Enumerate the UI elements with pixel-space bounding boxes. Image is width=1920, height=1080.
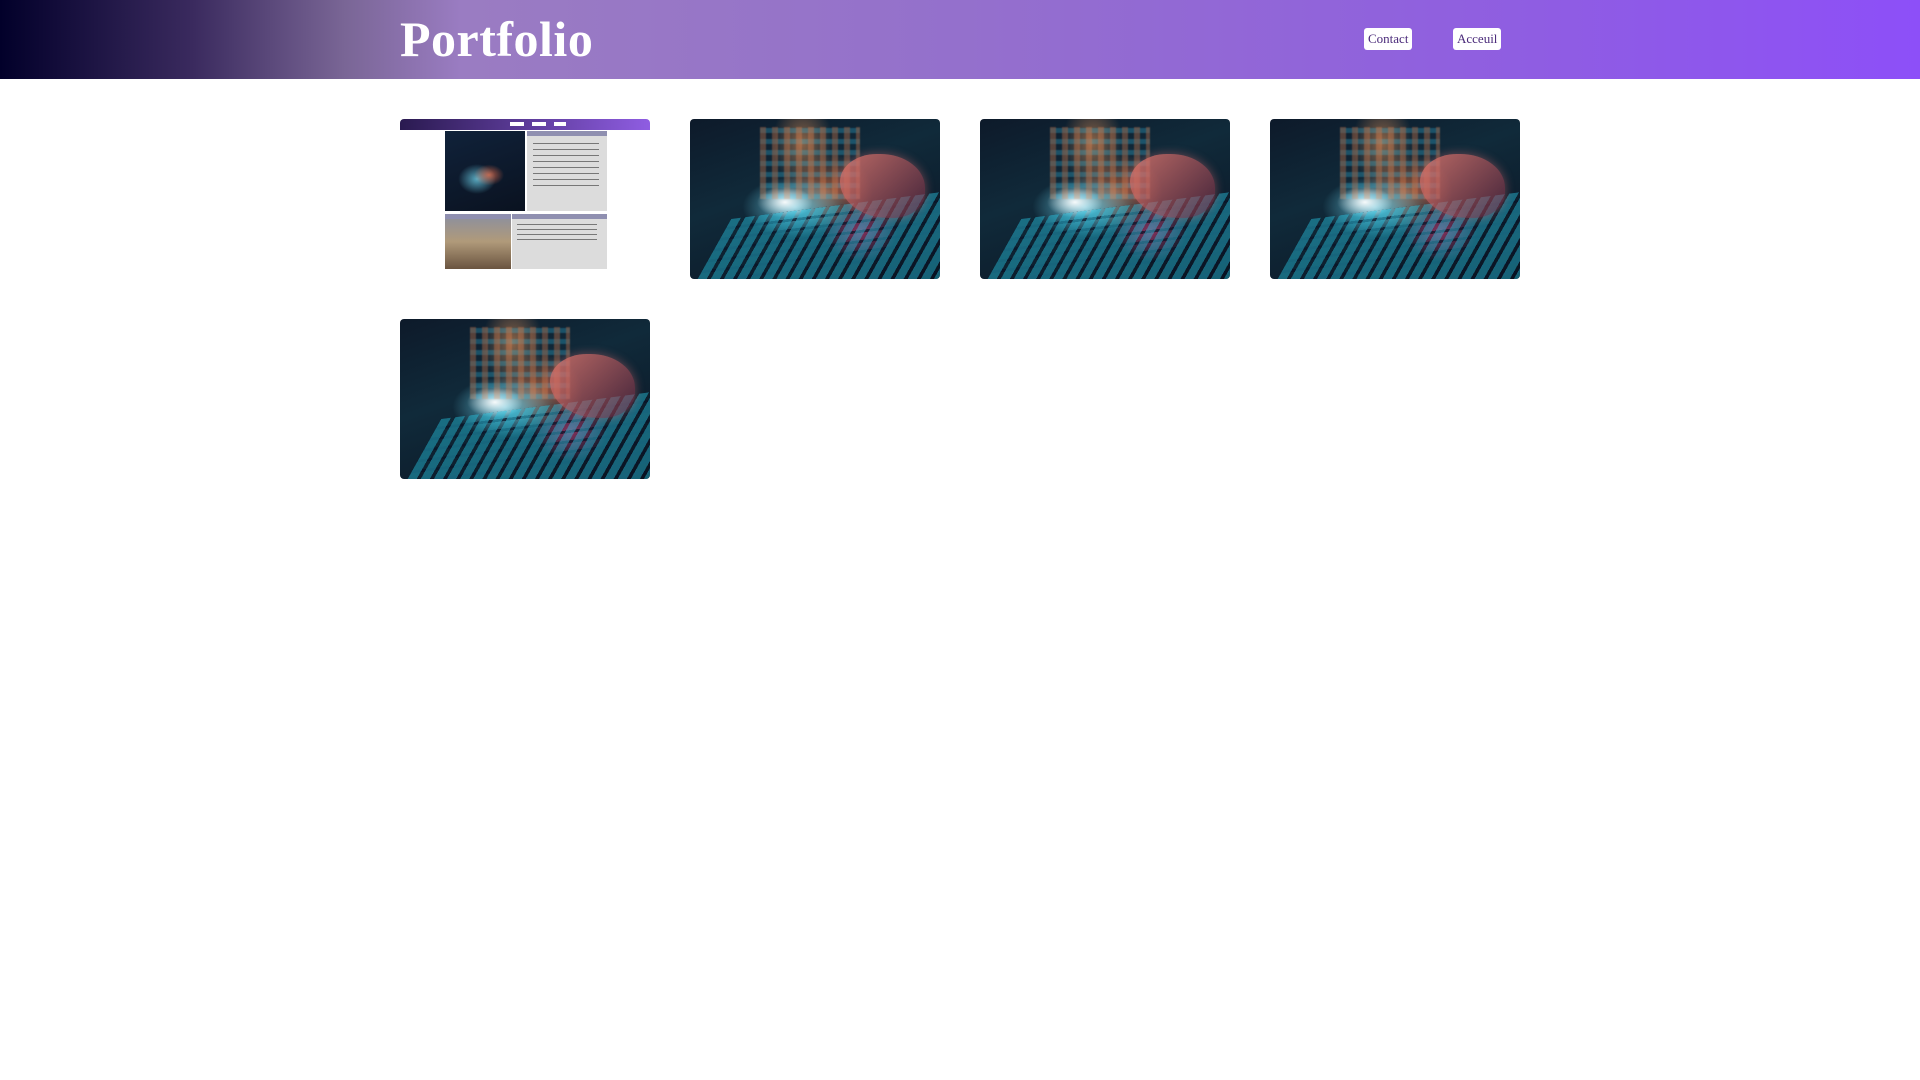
site-header: Portfolio Contact Acceuil <box>0 0 1920 79</box>
preview-nav <box>510 122 566 126</box>
portfolio-item-image[interactable] <box>400 319 650 479</box>
portfolio-item-website-preview[interactable] <box>400 119 650 279</box>
portfolio-item-image[interactable] <box>1270 119 1520 279</box>
site-title: Portfolio <box>400 11 594 67</box>
preview-text-panel <box>512 214 607 269</box>
contact-button[interactable]: Contact <box>1364 28 1412 50</box>
keyboard-artwork-image <box>1270 119 1520 279</box>
keyboard-artwork-image <box>400 319 650 479</box>
preview-monument-image <box>445 214 511 269</box>
accueil-button[interactable]: Acceuil <box>1453 28 1501 50</box>
portfolio-item-image[interactable] <box>980 119 1230 279</box>
preview-hero-image <box>445 131 525 211</box>
keyboard-artwork-image <box>690 119 940 279</box>
website-preview-image <box>400 119 650 279</box>
keyboard-artwork-image <box>980 119 1230 279</box>
preview-text-panel <box>527 131 607 211</box>
portfolio-item-image[interactable] <box>690 119 940 279</box>
portfolio-gallery <box>400 119 1521 479</box>
